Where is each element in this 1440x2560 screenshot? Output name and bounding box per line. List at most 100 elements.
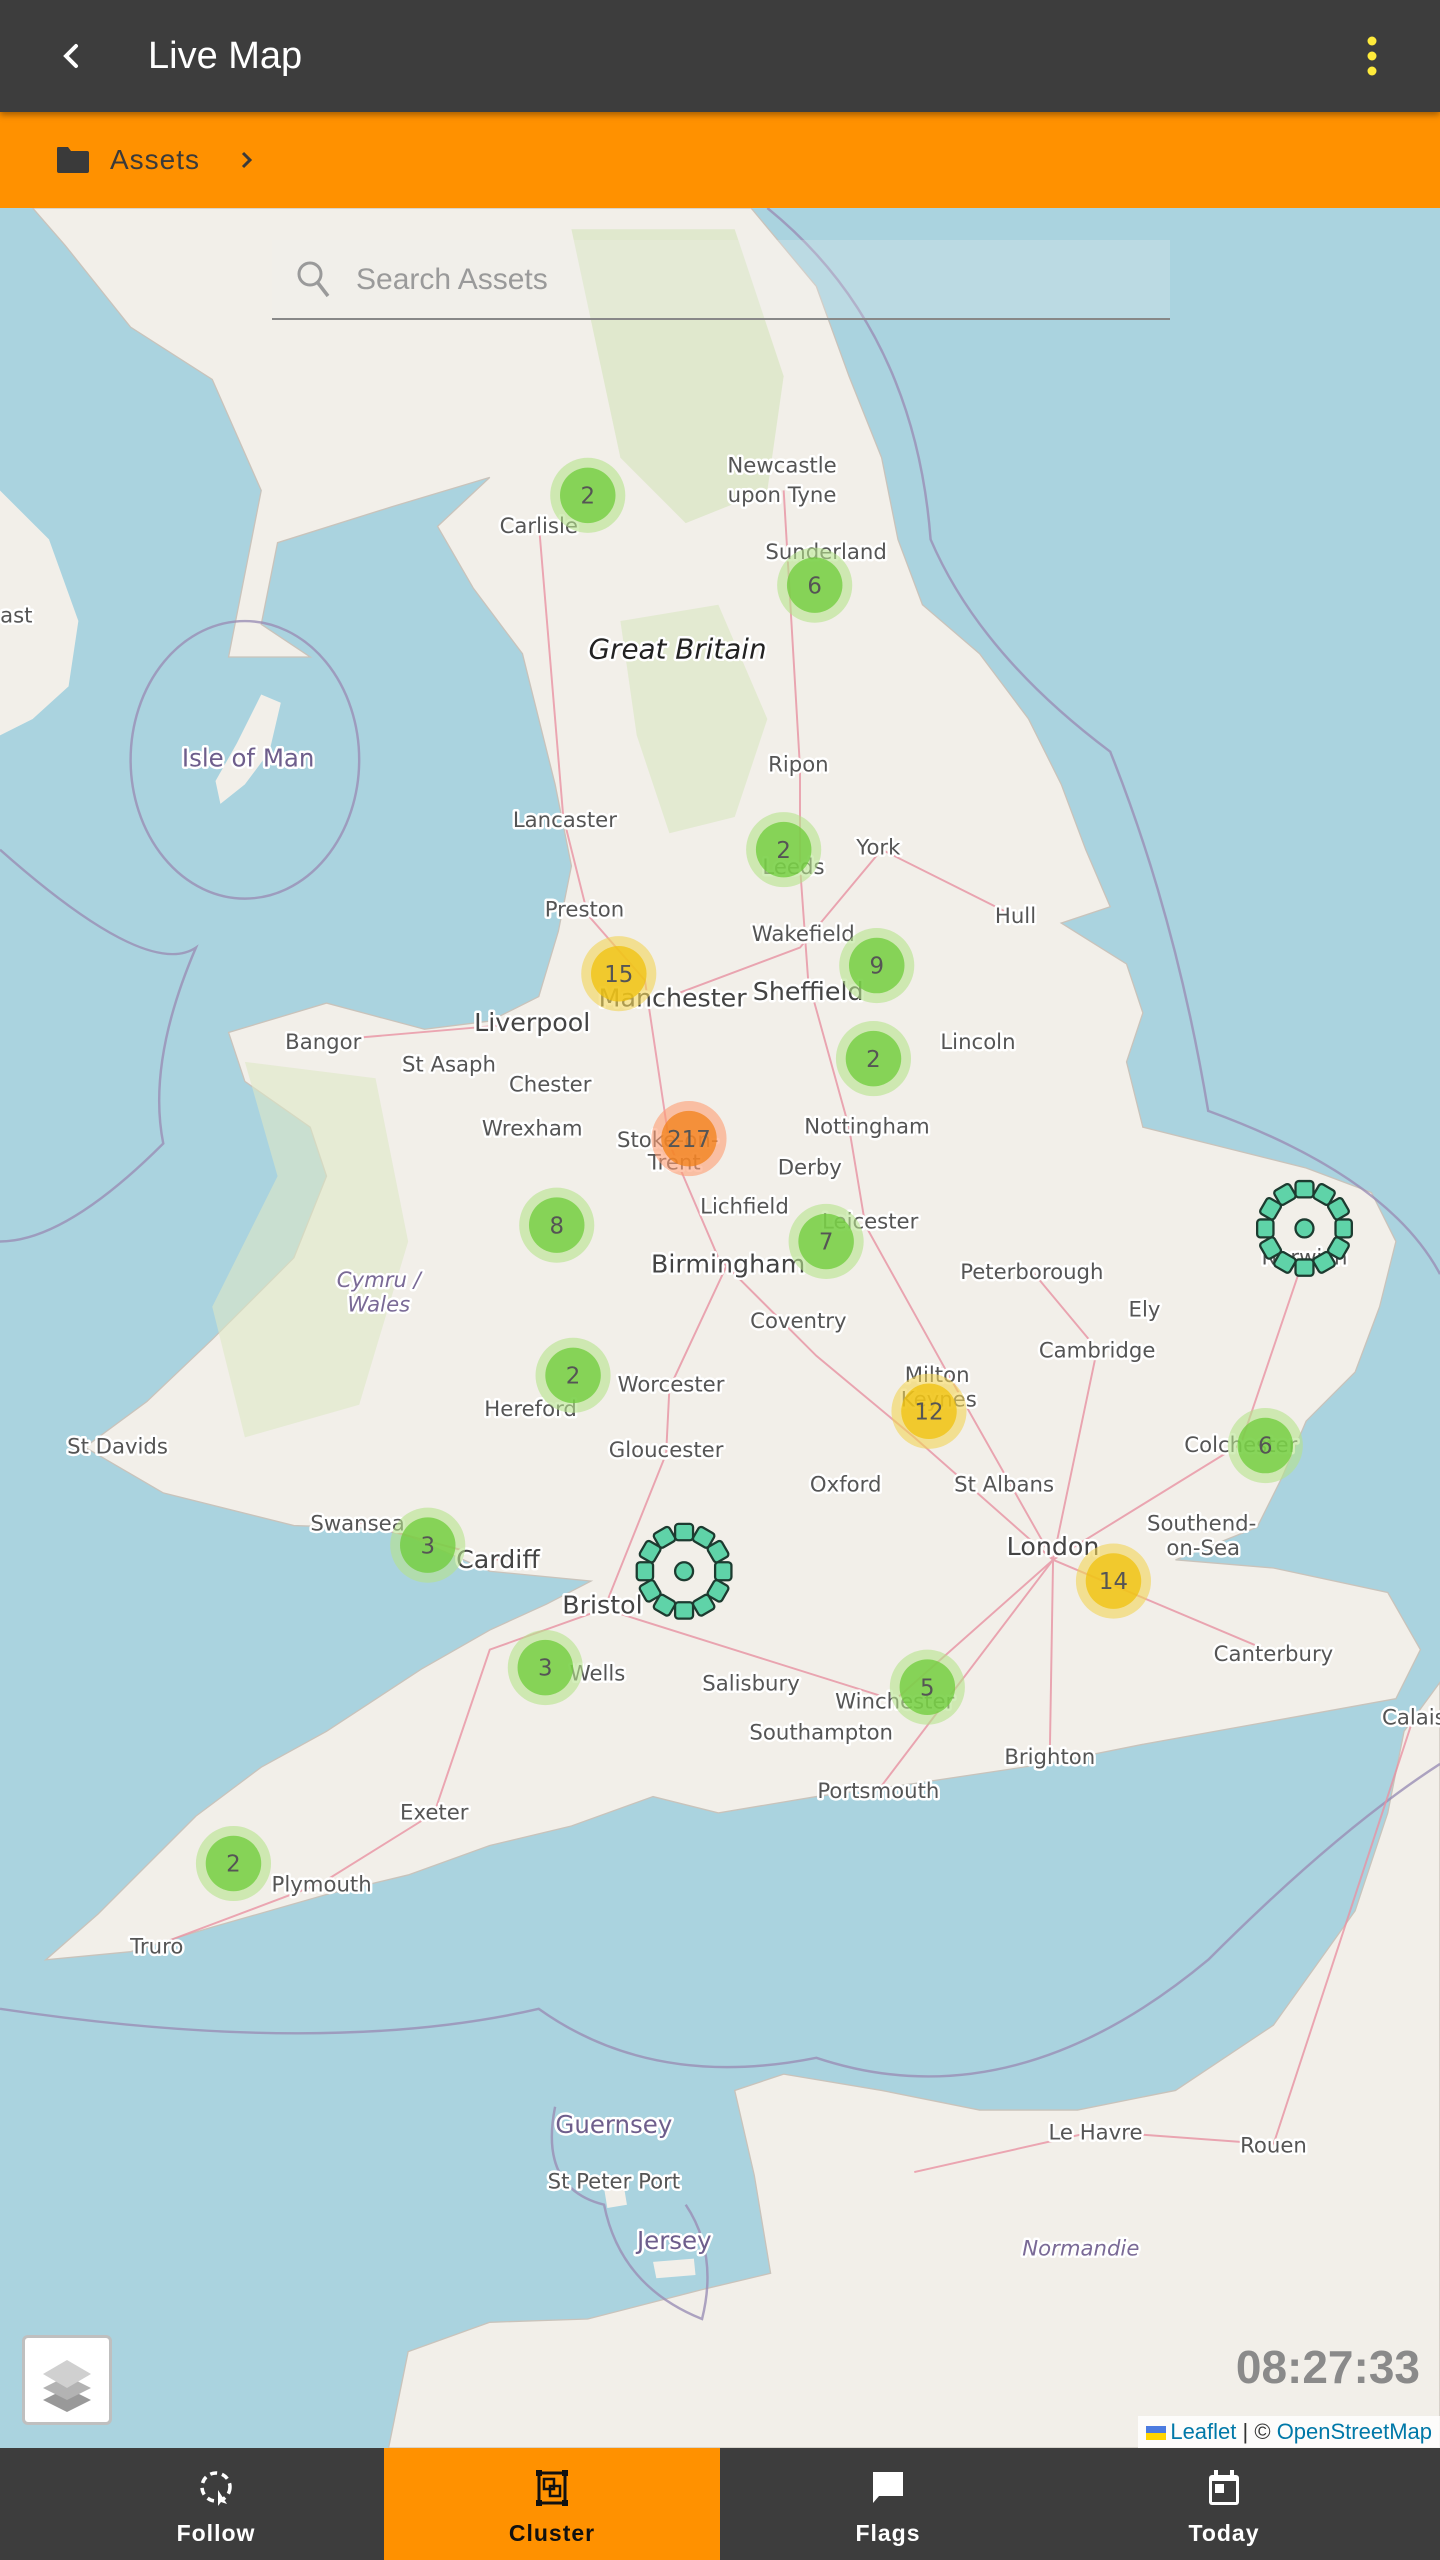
place-label: Cymru /	[337, 1268, 424, 1293]
asset-marker[interactable]	[635, 1561, 655, 1582]
bottom-navigation: Follow Cluster Flags Today	[0, 2448, 1440, 2560]
marker-cluster[interactable]: 2	[746, 812, 822, 888]
place-label: on-Sea	[1166, 1536, 1240, 1561]
place-label: ast	[0, 604, 32, 629]
place-label: Wales	[347, 1293, 410, 1318]
page-title: Live Map	[148, 35, 303, 77]
place-label: Preston	[545, 898, 625, 923]
asset-marker[interactable]	[1334, 1218, 1353, 1239]
place-label: Great Britain	[589, 633, 767, 666]
marker-cluster[interactable]: 7	[788, 1203, 864, 1280]
asset-marker[interactable]	[1256, 1218, 1275, 1239]
place-label: York	[855, 836, 901, 861]
cluster-count: 9	[869, 954, 884, 980]
marker-cluster[interactable]: 6	[1227, 1408, 1303, 1484]
place-label: Worcester	[618, 1373, 725, 1398]
marker-cluster[interactable]: 2	[535, 1337, 611, 1413]
place-label: Isle of Man	[182, 743, 315, 772]
cluster-count: 2	[226, 1852, 241, 1878]
place-label: Portsmouth	[817, 1779, 939, 1804]
more-menu-button[interactable]	[1352, 30, 1392, 82]
live-map[interactable]: Newcastleupon TyneCarlisleSunderlandGrea…	[0, 207, 1440, 2449]
cluster-count: 12	[914, 1399, 943, 1425]
marker-cluster[interactable]: 14	[1075, 1543, 1152, 1619]
spider-center	[1294, 1218, 1315, 1239]
flag-comment-icon	[873, 2472, 903, 2503]
asset-marker[interactable]	[673, 1522, 695, 1542]
place-label: Normandie	[1022, 2236, 1139, 2261]
marker-cluster[interactable]: 3	[390, 1507, 466, 1583]
place-label: Plymouth	[272, 1872, 372, 1897]
folder-icon	[57, 147, 89, 173]
search-input[interactable]	[354, 252, 1138, 308]
more-vertical-icon	[1367, 36, 1377, 76]
place-label: Cambridge	[1039, 1338, 1156, 1363]
marker-cluster[interactable]: 12	[891, 1373, 967, 1449]
cluster-count: 6	[1258, 1434, 1273, 1460]
map-attribution: Leaflet | © OpenStreetMap	[1138, 2416, 1440, 2448]
calendar-today-icon	[1209, 2470, 1239, 2505]
place-label: Southend-	[1147, 1511, 1256, 1536]
asset-marker[interactable]	[713, 1561, 733, 1582]
marker-cluster[interactable]: 2	[835, 1021, 912, 1097]
layers-icon	[43, 2360, 91, 2412]
marker-cluster[interactable]: 5	[889, 1649, 965, 1725]
tab-cluster[interactable]: Cluster	[384, 2448, 720, 2560]
marker-cluster[interactable]: 2	[550, 457, 626, 533]
search-icon	[297, 261, 330, 298]
search-bar	[272, 240, 1170, 320]
cluster-count: 217	[667, 1127, 711, 1153]
tab-today[interactable]: Today	[1056, 2448, 1392, 2560]
chevron-right-icon	[241, 151, 253, 169]
chevron-left-icon	[63, 44, 78, 68]
openstreetmap-link[interactable]: OpenStreetMap	[1277, 2419, 1432, 2444]
place-label: Lincoln	[940, 1030, 1015, 1055]
marker-cluster[interactable]: 15	[581, 936, 657, 1012]
place-label: St Asaph	[402, 1053, 496, 1078]
marker-cluster[interactable]: 6	[777, 547, 853, 623]
clock-time: 08:27:33	[1235, 2341, 1420, 2393]
land-jersey	[653, 2258, 696, 2279]
marker-cluster[interactable]: 217	[651, 1101, 727, 1177]
place-label: Hull	[995, 904, 1036, 929]
tab-flags[interactable]: Flags	[720, 2448, 1056, 2560]
place-label: Jersey	[635, 2226, 712, 2255]
cluster-count: 2	[580, 484, 595, 510]
cluster-count: 2	[776, 838, 791, 864]
cluster-icon	[536, 2470, 568, 2506]
place-label: Birmingham	[651, 1249, 805, 1278]
place-label: Canterbury	[1214, 1642, 1334, 1667]
place-label: Cardiff	[456, 1545, 540, 1574]
place-label: Chester	[509, 1072, 592, 1097]
leaflet-link[interactable]: Leaflet	[1170, 2419, 1236, 2444]
place-label: Brighton	[1004, 1745, 1095, 1770]
tab-follow[interactable]: Follow	[48, 2448, 384, 2560]
tab-label: Cluster	[508, 2520, 596, 2546]
cluster-count: 6	[807, 573, 822, 599]
ukraine-flag-icon	[1146, 2426, 1167, 2440]
place-label: Newcastle	[727, 453, 836, 478]
marker-cluster[interactable]: 9	[839, 928, 915, 1004]
map-canvas[interactable]: Newcastleupon TyneCarlisleSunderlandGrea…	[0, 207, 1440, 2449]
marker-cluster[interactable]: 3	[507, 1630, 583, 1706]
place-label: Southampton	[749, 1720, 893, 1745]
place-label: St Peter Port	[548, 2169, 681, 2194]
marker-cluster[interactable]: 8	[519, 1187, 595, 1263]
place-label: Bristol	[562, 1591, 642, 1620]
cluster-count: 7	[819, 1230, 834, 1256]
breadcrumb: Assets	[0, 112, 1440, 208]
place-label: Oxford	[810, 1472, 882, 1497]
asset-marker[interactable]	[1294, 1179, 1315, 1199]
place-label: Lancaster	[513, 808, 617, 833]
place-label: Rouen	[1240, 2133, 1307, 2158]
marker-cluster[interactable]: 2	[195, 1825, 272, 1902]
cluster-count: 2	[566, 1364, 581, 1390]
asset-marker[interactable]	[673, 1601, 695, 1620]
place-label: Wrexham	[482, 1116, 583, 1141]
asset-marker[interactable]	[1294, 1258, 1315, 1277]
breadcrumb-assets[interactable]: Assets	[110, 142, 200, 178]
back-button[interactable]	[44, 28, 100, 84]
cluster-count: 15	[604, 962, 633, 988]
layers-button[interactable]	[22, 2335, 112, 2425]
place-label: Ely	[1129, 1298, 1161, 1323]
